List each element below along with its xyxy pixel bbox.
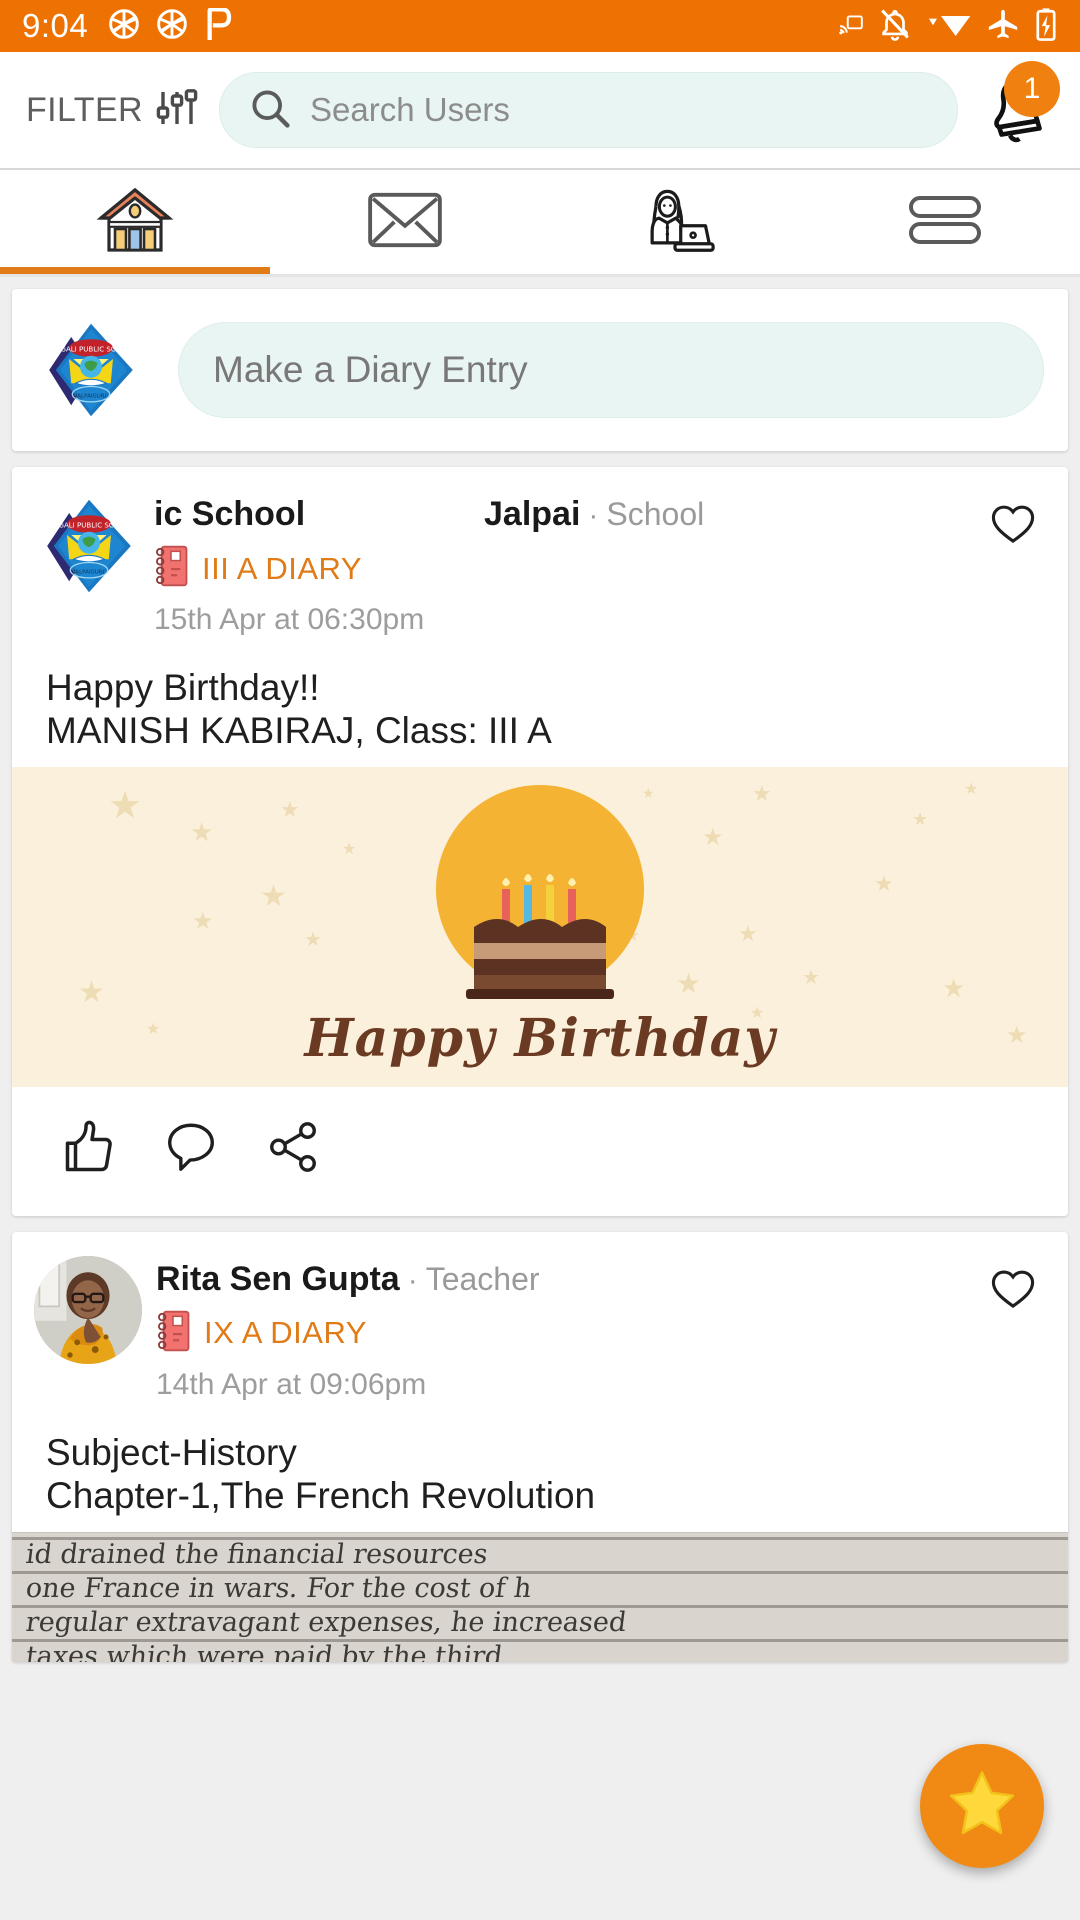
star-decoration-icon: ★ [190,816,214,847]
star-decoration-icon: ★ [964,780,979,798]
notifications-button[interactable]: 1 [980,61,1060,147]
post-author-location: Jalpai [484,495,581,533]
tab-classroom[interactable] [540,170,810,274]
handwriting-line: taxes which were paid by the third [24,1640,505,1662]
star-decoration-icon: ★ [304,928,322,951]
post-header: BENGALI PUBLIC SCHOOL JALPAIGURI ic Scho… [12,467,1068,645]
favorites-fab-button[interactable] [920,1744,1044,1868]
main-tab-bar [0,170,1080,274]
post-card: BENGALI PUBLIC SCHOOL JALPAIGURI ic Scho… [12,467,1068,1216]
separator-dot: · [407,1263,418,1297]
aperture-icon [108,8,140,45]
home-icon [95,184,175,261]
star-decoration-icon: ★ [912,808,929,829]
pocket-casts-icon [204,6,234,45]
star-decoration-icon: ★ [738,920,758,946]
teacher-laptop-icon [635,183,715,262]
star-decoration-icon: ★ [874,870,894,896]
avatar[interactable] [34,1255,142,1364]
post-actions [12,1087,1068,1216]
post-body: Happy Birthday!! MANISH KABIRAJ, Class: … [12,645,1068,767]
feed: BENGALI PUBLIC SCHOOL JALPAIGURI Make a … [0,289,1080,1662]
search-icon [248,86,292,135]
status-bar-clock: 9:04 [22,7,89,44]
envelope-icon [366,189,444,256]
search-input[interactable]: Search Users [219,72,958,148]
tab-home[interactable] [0,170,270,274]
star-decoration-icon: ★ [192,907,214,935]
post-timestamp: 15th Apr at 06:30pm [154,603,425,636]
status-bar: 9:04 [0,0,1080,52]
birthday-caption: Happy Birthday [304,1007,776,1069]
share-icon[interactable] [264,1118,322,1181]
post-author-role: Teacher [425,1260,540,1297]
post-image-birthday-card[interactable]: ★ ★ ★ ★ ★ ★ ★ ★ ★ ★ ★ ★ ★ ★ ★ ★ ★ ★ ★ ★ … [12,766,1068,1087]
star-decoration-icon: ★ [752,780,772,806]
search-placeholder: Search Users [310,91,510,128]
notifications-off-icon [878,7,912,46]
post-timestamp: 14th Apr at 09:06pm [156,1367,427,1401]
separator-dot: · [588,499,599,532]
post-body-line: Chapter-1,The French Revolution [46,1474,596,1516]
star-decoration-icon: ★ [802,966,820,989]
star-decoration-icon: ★ [642,784,655,801]
wifi-icon [926,8,972,45]
filter-label: FILTER [26,90,144,129]
post-card: Rita Sen Gupta · Teacher IX A DIARY 14th… [12,1231,1068,1662]
heart-icon[interactable] [988,1264,1038,1319]
handwriting-line: regular extravagant expenses, he increas… [24,1606,629,1638]
svg-text:JALPAIGURI: JALPAIGURI [75,394,107,400]
svg-text:JALPAIGURI: JALPAIGURI [73,570,105,576]
thumbs-up-icon[interactable] [58,1117,118,1182]
handwriting-line: id drained the financial resources [24,1538,490,1570]
compose-placeholder: Make a Diary Entry [213,349,528,390]
svg-text:BENGALI PUBLIC SCHOOL: BENGALI PUBLIC SCHOOL [46,344,136,353]
notebook-icon [156,1309,190,1358]
post-author-name: Rita Sen Gupta [156,1259,400,1298]
hamburger-menu-icon [907,190,983,255]
post-author-role: School [606,496,705,532]
school-logo-icon: BENGALI PUBLIC SCHOOL JALPAIGURI [36,315,146,425]
star-decoration-icon: ★ [108,784,143,827]
star-decoration-icon: ★ [342,840,357,858]
notification-badge: 1 [1004,61,1060,117]
post-diary-tag[interactable]: IX A DIARY [204,1315,367,1351]
compose-card: BENGALI PUBLIC SCHOOL JALPAIGURI Make a … [12,289,1068,451]
battery-charging-icon [1034,7,1058,46]
svg-text:BENGALI PUBLIC SCHOOL: BENGALI PUBLIC SCHOOL [44,520,134,529]
filter-button[interactable]: FILTER [26,84,201,137]
post-header: Rita Sen Gupta · Teacher IX A DIARY 14th… [12,1232,1068,1410]
star-decoration-icon: ★ [676,967,702,999]
post-author-name: ic School [154,495,306,533]
school-logo-icon: BENGALI PUBLIC SCHOOL JALPAIGURI [34,491,144,601]
post-body: Subject-History Chapter-1,The French Rev… [12,1410,1068,1532]
post-body-line: Happy Birthday!! [46,667,320,708]
post-body-line: Subject-History [46,1431,297,1473]
aperture-icon [156,8,188,45]
tab-messages[interactable] [270,170,540,274]
notebook-icon [154,544,188,593]
cast-icon [838,11,864,42]
status-bar-left-icons [108,6,234,45]
star-decoration-icon: ★ [702,823,724,851]
post-diary-tag[interactable]: III A DIARY [202,551,362,587]
sliders-icon [153,84,201,137]
heart-icon[interactable] [988,499,1038,554]
tab-bar-underline [0,274,1080,277]
tab-menu[interactable] [810,170,1080,274]
comment-icon[interactable] [162,1118,220,1181]
star-decoration-icon: ★ [280,796,300,822]
star-decoration-icon: ★ [942,972,966,1003]
star-decoration-icon: ★ [260,879,287,913]
airplane-mode-icon [986,7,1020,46]
app-header: FILTER Search Users 1 [0,52,1080,168]
post-image-handwritten-notes[interactable]: id drained the financial resources one F… [12,1531,1068,1662]
compose-input[interactable]: Make a Diary Entry [178,322,1044,418]
post-body-line: MANISH KABIRAJ, Class: III A [46,709,552,751]
handwriting-line: one France in wars. For the cost of h [24,1572,534,1604]
star-decoration-icon: ★ [78,975,105,1009]
star-icon [945,1767,1019,1846]
birthday-cake-icon [466,873,614,999]
status-bar-right-icons [838,7,1058,46]
